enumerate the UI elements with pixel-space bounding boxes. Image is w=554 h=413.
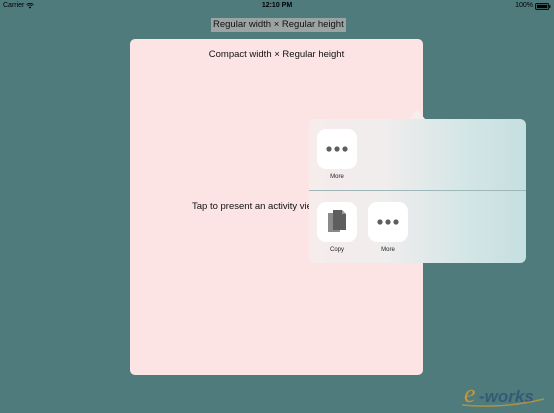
sheet-title: Compact width × Regular height [208,49,345,60]
svg-text:e: e [464,379,476,408]
more-icon [326,146,348,152]
status-time: 12:10 PM [261,2,293,9]
activity-tile[interactable] [317,202,357,242]
activity-label: More [330,174,344,180]
size-class-label: Regular width × Regular height [211,18,346,32]
activity-tile[interactable] [368,202,408,242]
more-icon [377,219,399,225]
activity-copy-button[interactable]: Copy [314,202,360,254]
battery-percent: 100% [515,2,533,9]
activity-label: Copy [329,247,344,253]
activity-popover: More Copy More [309,119,526,263]
battery-icon [535,2,551,10]
activity-more-button-bottom[interactable]: More [365,202,411,254]
status-bar: Carrier 12:10 PM 100% [0,0,554,12]
activity-tile[interactable] [317,129,357,169]
present-activity-view-label[interactable]: Tap to present an activity vie [192,201,312,212]
popover-divider [309,190,526,191]
activity-label: More [381,247,395,253]
activity-more-button-top[interactable]: More [314,129,360,181]
status-battery-group: 100% [515,0,551,12]
eworks-watermark-logo: e -works [461,379,545,408]
copy-icon [328,210,346,232]
